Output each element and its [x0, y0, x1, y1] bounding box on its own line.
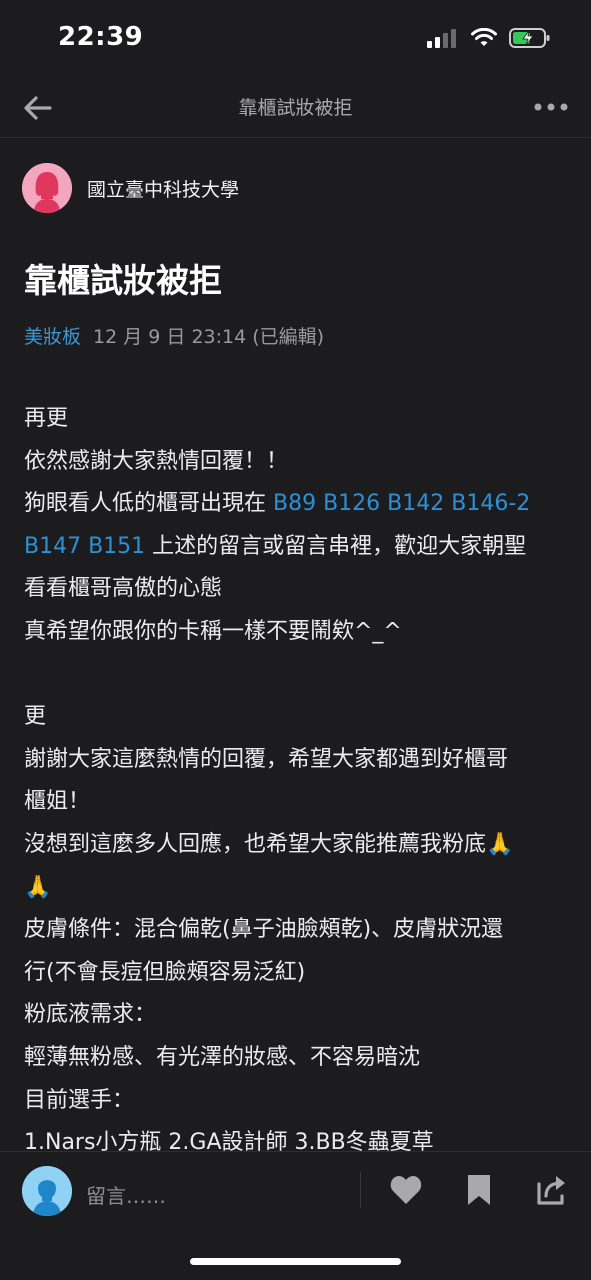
- heart-icon[interactable]: [388, 1172, 424, 1208]
- body-line: 🙏: [24, 874, 52, 900]
- board-link[interactable]: 美妝板: [24, 326, 81, 348]
- body-line: 更: [24, 704, 47, 730]
- body-line: 依然感謝大家熱情回覆！！: [24, 448, 289, 474]
- home-indicator[interactable]: [190, 1258, 401, 1265]
- body-line: 粉底液需求：: [24, 1002, 157, 1028]
- body-line: 行(不會長痘但臉頰容易泛紅): [24, 959, 306, 985]
- body-line: 狗眼看人低的櫃哥出現在 B89 B126 B142 B146-2: [24, 483, 576, 526]
- comment-input[interactable]: 留言……: [86, 1180, 166, 1209]
- male-avatar-icon: [22, 1166, 72, 1216]
- body-line: 目前選手：: [24, 1087, 135, 1113]
- body-line: 輕薄無粉感、有光澤的妝感、不容易暗沈: [24, 1044, 421, 1070]
- body-line: 沒想到這麼多人回應，也希望大家能推薦我粉底🙏: [24, 831, 514, 857]
- post-meta: 美妝板 12 月 9 日 23:14 (已編輯): [24, 322, 324, 349]
- nav-bar: 靠櫃試妝被拒: [0, 80, 591, 138]
- post-date: 12 月 9 日 23:14 (已編輯): [93, 326, 325, 348]
- signal-icon: [427, 29, 456, 48]
- female-avatar-icon: [22, 163, 72, 213]
- post-body: 再更 依然感謝大家熱情回覆！！ 狗眼看人低的櫃哥出現在 B89 B126 B14…: [24, 398, 576, 1165]
- status-bar: 22:39: [0, 0, 591, 80]
- body-line: 皮膚條件：混合偏乾(鼻子油臉頰乾)、皮膚狀況還: [24, 917, 504, 943]
- body-line: 櫃姐！: [24, 789, 91, 815]
- body-line: 看看櫃哥高傲的心態: [24, 576, 223, 602]
- wifi-icon: [471, 28, 497, 46]
- share-icon[interactable]: [534, 1172, 570, 1208]
- body-text: 狗眼看人低的櫃哥出現在: [24, 491, 273, 517]
- more-dots-icon[interactable]: [533, 92, 569, 122]
- author-name[interactable]: 國立臺中科技大學: [87, 175, 239, 202]
- body-line: 真希望你跟你的卡稱一樣不要鬧欸^_^: [24, 618, 402, 644]
- comment-floor-links[interactable]: B147 B151: [24, 534, 145, 559]
- body-line: 再更: [24, 406, 69, 431]
- user-avatar: [22, 1166, 72, 1216]
- status-time: 22:39: [58, 22, 144, 52]
- author-avatar[interactable]: [22, 163, 72, 213]
- post-title: 靠櫃試妝被拒: [24, 261, 222, 300]
- author-row[interactable]: 國立臺中科技大學: [22, 163, 239, 213]
- body-line: 謝謝大家這麼熱情的回覆，希望大家都遇到好櫃哥: [24, 746, 509, 772]
- status-icons: [427, 27, 551, 49]
- battery-charging-icon: [509, 28, 550, 48]
- nav-title: 靠櫃試妝被拒: [238, 97, 353, 119]
- body-text: 上述的留言或留言串裡，歡迎大家朝聖: [145, 533, 527, 559]
- body-line: B147 B151 上述的留言或留言串裡，歡迎大家朝聖: [24, 526, 576, 569]
- bar-divider: [360, 1172, 361, 1208]
- bookmark-icon[interactable]: [461, 1172, 497, 1208]
- comment-floor-links[interactable]: B89 B126 B142 B146-2: [273, 491, 530, 516]
